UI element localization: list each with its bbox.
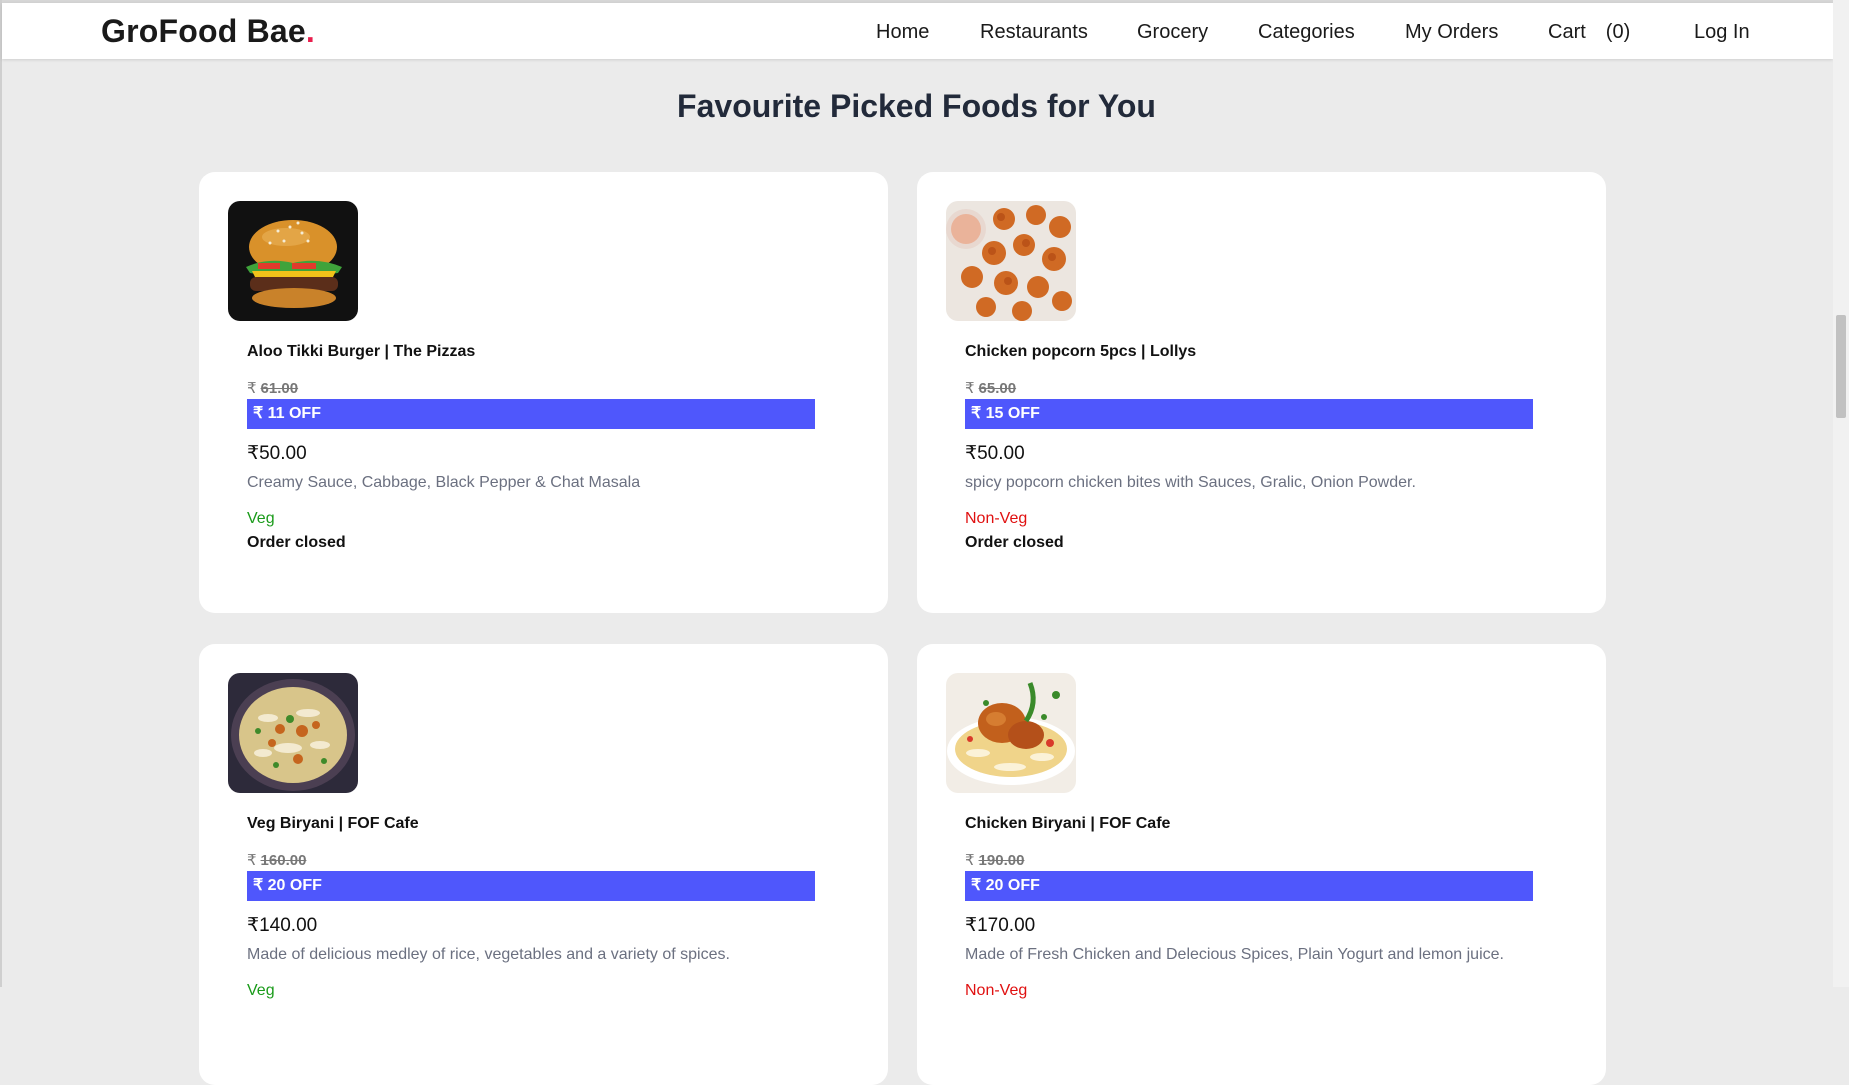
original-price-value: 160.00 — [260, 852, 307, 869]
final-price: ₹50.00 — [965, 443, 1025, 464]
food-type: Non-Veg — [965, 982, 1028, 999]
food-name[interactable]: Veg Biryani | FOF Cafe — [247, 815, 419, 833]
food-description: Made of delicious medley of rice, vegeta… — [247, 946, 730, 963]
discount-badge: ₹ 20 OFF — [965, 871, 1533, 901]
brand-logo[interactable]: GroFood Bae. — [101, 13, 315, 50]
currency-symbol: ₹ — [965, 380, 975, 397]
food-name[interactable]: Chicken Biryani | FOF Cafe — [965, 815, 1170, 833]
nav-cart[interactable]: Cart (0) — [1548, 21, 1630, 44]
food-description: Creamy Sauce, Cabbage, Black Pepper & Ch… — [247, 474, 641, 491]
currency-symbol: ₹ — [965, 852, 975, 869]
left-border — [0, 0, 2, 987]
currency-symbol: ₹ — [247, 380, 257, 397]
food-card[interactable]: Chicken popcorn 5pcs | Lollys ₹65.00 ₹ 1… — [917, 172, 1606, 613]
final-price: ₹140.00 — [247, 915, 318, 936]
nav-restaurants[interactable]: Restaurants — [980, 21, 1088, 44]
scrollbar-track[interactable] — [1833, 0, 1849, 987]
brand-dot: . — [305, 13, 315, 49]
nav-login[interactable]: Log In — [1694, 21, 1750, 44]
food-card[interactable]: Veg Biryani | FOF Cafe ₹160.00 ₹ 20 OFF … — [199, 644, 888, 1085]
original-price: ₹190.00 — [965, 851, 1024, 869]
nav-home[interactable]: Home — [876, 21, 929, 44]
food-type: Non-Veg — [965, 510, 1028, 527]
discount-badge: ₹ 15 OFF — [965, 399, 1533, 429]
chicken-biryani-image — [946, 673, 1076, 793]
discount-badge: ₹ 11 OFF — [247, 399, 815, 429]
original-price-value: 65.00 — [978, 380, 1017, 397]
original-price-value: 190.00 — [978, 852, 1025, 869]
burger-image — [228, 201, 358, 321]
original-price: ₹160.00 — [247, 851, 306, 869]
nav-categories[interactable]: Categories — [1258, 21, 1355, 44]
food-name[interactable]: Aloo Tikki Burger | The Pizzas — [247, 343, 475, 361]
original-price-value: 61.00 — [260, 380, 299, 397]
food-type: Veg — [247, 982, 275, 999]
cart-count: (0) — [1605, 21, 1631, 43]
scrollbar-thumb[interactable] — [1836, 315, 1846, 418]
discount-badge: ₹ 20 OFF — [247, 871, 815, 901]
chicken-popcorn-image — [946, 201, 1076, 321]
final-price: ₹170.00 — [965, 915, 1036, 936]
food-type: Veg — [247, 510, 275, 527]
food-description: spicy popcorn chicken bites with Sauces,… — [965, 474, 1416, 491]
original-price: ₹65.00 — [965, 379, 1016, 397]
original-price: ₹61.00 — [247, 379, 298, 397]
food-card[interactable]: Aloo Tikki Burger | The Pizzas ₹61.00 ₹ … — [199, 172, 888, 613]
nav-my-orders[interactable]: My Orders — [1405, 21, 1498, 44]
currency-symbol: ₹ — [247, 852, 257, 869]
section-title: Favourite Picked Foods for You — [677, 88, 1156, 124]
food-name[interactable]: Chicken popcorn 5pcs | Lollys — [965, 343, 1196, 361]
brand-name: GroFood Bae — [101, 13, 306, 49]
food-description: Made of Fresh Chicken and Delecious Spic… — [965, 946, 1504, 963]
final-price: ₹50.00 — [247, 443, 307, 464]
cart-label: Cart — [1548, 21, 1586, 43]
order-status: Order closed — [247, 534, 346, 551]
order-status: Order closed — [965, 534, 1064, 551]
nav-grocery[interactable]: Grocery — [1137, 21, 1208, 44]
navbar: GroFood Bae. Home Restaurants Grocery Ca… — [2, 3, 1833, 59]
food-card[interactable]: Chicken Biryani | FOF Cafe ₹190.00 ₹ 20 … — [917, 644, 1606, 1085]
veg-biryani-image — [228, 673, 358, 793]
